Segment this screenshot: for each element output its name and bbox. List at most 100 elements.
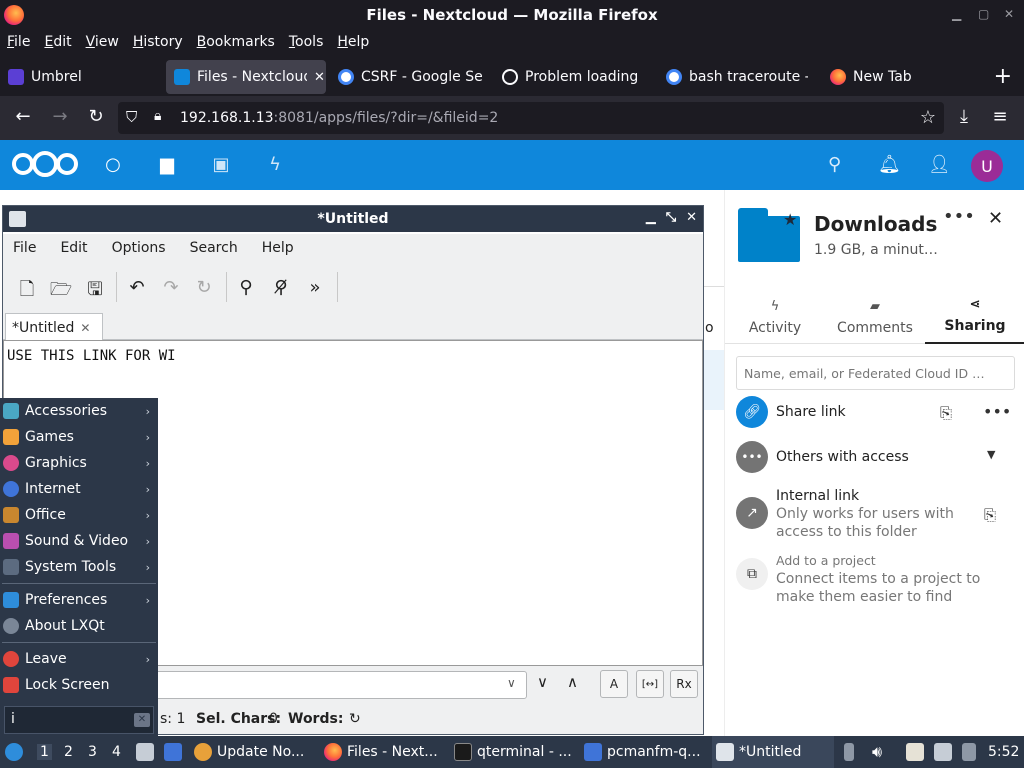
editor-menu-search[interactable]: Search [190, 240, 238, 256]
save-icon[interactable]: 🖫︎ [83, 277, 107, 307]
maximize-icon[interactable]: ▢ [978, 8, 990, 20]
contacts-icon[interactable]: 👤︎ [928, 154, 951, 175]
battery-tray-icon[interactable] [844, 736, 854, 768]
menu-graphics[interactable]: Graphics › [0, 450, 158, 476]
menu-sound-video[interactable]: Sound & Video › [0, 528, 158, 554]
menu-help[interactable]: Help [337, 34, 369, 50]
minimize-icon[interactable]: ▁ [952, 8, 964, 20]
avatar[interactable]: U [971, 150, 1003, 182]
maximize-icon[interactable]: ⤡ [666, 210, 676, 225]
desktop-3[interactable]: 3 [88, 744, 97, 760]
tab-csrf-google[interactable]: CSRF - Google Sea [338, 60, 482, 94]
tab-bash-traceroute[interactable]: bash traceroute - [666, 60, 808, 94]
volume-icon[interactable]: 🔊︎ [872, 736, 882, 768]
close-sidebar-icon[interactable]: ✕ [988, 208, 1003, 229]
shield-icon[interactable]: ⛉ [126, 108, 137, 126]
find-next-icon[interactable]: ∨ [537, 673, 548, 691]
more-tools-chevron-icon[interactable]: » [303, 277, 327, 298]
share-link-menu-icon[interactable]: ••• [983, 402, 1011, 421]
downloads-icon[interactable]: ⤓ [952, 106, 976, 127]
show-desktop-quicklaunch[interactable] [164, 736, 182, 768]
network-icon[interactable] [962, 736, 976, 768]
forward-arrow-icon[interactable]: → [48, 106, 72, 127]
reload-icon[interactable]: ↻ [192, 277, 216, 298]
close-window-icon[interactable]: ✕ [1004, 8, 1016, 20]
clear-search-icon[interactable]: ⚲̸ [269, 277, 293, 298]
back-arrow-icon[interactable]: ← [11, 106, 35, 127]
clock[interactable]: 5:52 [988, 744, 1019, 760]
desktop-1[interactable]: 1 [37, 744, 52, 760]
menu-history[interactable]: History [133, 34, 183, 50]
editor-menu-help[interactable]: Help [262, 240, 294, 256]
open-folder-icon[interactable]: 🗁︎ [49, 277, 73, 307]
menu-view[interactable]: View [86, 34, 119, 50]
refresh-count-icon[interactable]: ↻ [349, 711, 361, 727]
whole-word-button[interactable]: [↔] [636, 670, 664, 698]
close-tab-icon[interactable]: ✕ [314, 70, 325, 85]
find-previous-icon[interactable]: ∧ [567, 673, 578, 691]
chevron-down-icon[interactable]: ∨ [507, 676, 516, 690]
notifications-bell-icon[interactable]: 🔔︎ [878, 154, 901, 175]
menu-internet[interactable]: Internet › [0, 476, 158, 502]
editor-menu-options[interactable]: Options [112, 240, 166, 256]
tab-sharing[interactable]: ⋖ Sharing [925, 294, 1024, 344]
menu-edit[interactable]: Edit [44, 34, 71, 50]
tab-files-nextcloud[interactable]: Files - Nextcloud ✕ [166, 60, 326, 94]
menu-file[interactable]: File [7, 34, 30, 50]
clear-search-icon[interactable]: ✕ [134, 713, 150, 727]
menu-system-tools[interactable]: System Tools › [0, 554, 158, 580]
tab-problem-loading[interactable]: Problem loading p [502, 60, 644, 94]
menu-office[interactable]: Office › [0, 502, 158, 528]
tab-new-tab[interactable]: New Tab [830, 60, 950, 94]
photos-icon[interactable]: ▣ [209, 154, 233, 175]
task-update-notifier[interactable]: Update No... [194, 736, 314, 768]
tab-activity[interactable]: ϟ Activity [725, 294, 825, 344]
lock-icon[interactable]: 🔒︎ [154, 108, 161, 124]
close-window-icon[interactable]: ✕ [686, 210, 697, 225]
search-icon[interactable]: ⚲ [828, 154, 841, 175]
menu-lock-screen[interactable]: Lock Screen [0, 672, 158, 698]
copy-link-icon[interactable]: ⎘ [940, 404, 952, 422]
editor-tab-untitled[interactable]: *Untitled ✕ [5, 313, 103, 341]
chevron-down-icon[interactable]: ▼ [987, 448, 995, 461]
files-folder-icon[interactable]: ▆ [155, 154, 179, 175]
tab-comments[interactable]: ▰ Comments [825, 294, 925, 344]
nextcloud-logo-icon[interactable] [12, 151, 78, 177]
menu-games[interactable]: Games › [0, 424, 158, 450]
share-search-input[interactable]: Name, email, or Federated Cloud ID … [736, 356, 1015, 390]
keyboard-icon[interactable] [934, 736, 952, 768]
share-link-row[interactable]: 🔗︎ Share link [736, 396, 846, 428]
close-tab-icon[interactable]: ✕ [80, 321, 90, 335]
copy-internal-link-icon[interactable]: ⎘ [984, 506, 996, 524]
desktop-4[interactable]: 4 [112, 744, 121, 760]
add-project-row[interactable]: ⧉ Add to a project Connect items to a pr… [736, 552, 980, 606]
task-firefox[interactable]: Files - Next... [324, 736, 446, 768]
regex-button[interactable]: Rx [670, 670, 698, 698]
hamburger-menu-icon[interactable]: ≡ [988, 106, 1012, 127]
clipboard-icon[interactable] [906, 736, 924, 768]
more-actions-icon[interactable]: ••• [943, 206, 975, 227]
find-icon[interactable]: ⚲ [234, 277, 258, 298]
bookmark-star-icon[interactable]: ☆ [920, 107, 936, 128]
url-bar[interactable]: ⛉ 🔒︎ 192.168.1.13:8081/apps/files/?dir=/… [118, 102, 944, 134]
task-featherpad[interactable]: *Untitled [712, 736, 834, 768]
task-pcmanfm[interactable]: pcmanfm-q... [584, 736, 706, 768]
menu-search-input[interactable]: i ✕ [4, 706, 154, 734]
menu-preferences[interactable]: Preferences › [0, 587, 158, 613]
minimize-icon[interactable]: ▁ [646, 210, 656, 225]
match-case-button[interactable]: A [600, 670, 628, 698]
find-input[interactable] [153, 671, 527, 699]
file-manager-quicklaunch[interactable] [136, 736, 154, 768]
menu-accessories[interactable]: Accessories › [0, 398, 158, 424]
dashboard-icon[interactable]: ○ [101, 154, 125, 175]
reload-icon[interactable]: ↻ [84, 106, 108, 127]
undo-icon[interactable]: ↶ [125, 277, 149, 298]
others-access-row[interactable]: ••• Others with access [736, 441, 909, 473]
menu-leave[interactable]: Leave › [0, 646, 158, 672]
task-qterminal[interactable]: qterminal - ... [454, 736, 576, 768]
activity-bolt-icon[interactable]: ϟ [263, 154, 287, 175]
menu-about-lxqt[interactable]: About LXQt [0, 613, 158, 639]
editor-menu-file[interactable]: File [13, 240, 36, 256]
new-tab-plus-icon[interactable]: + [994, 64, 1012, 89]
menu-tools[interactable]: Tools [289, 34, 324, 50]
